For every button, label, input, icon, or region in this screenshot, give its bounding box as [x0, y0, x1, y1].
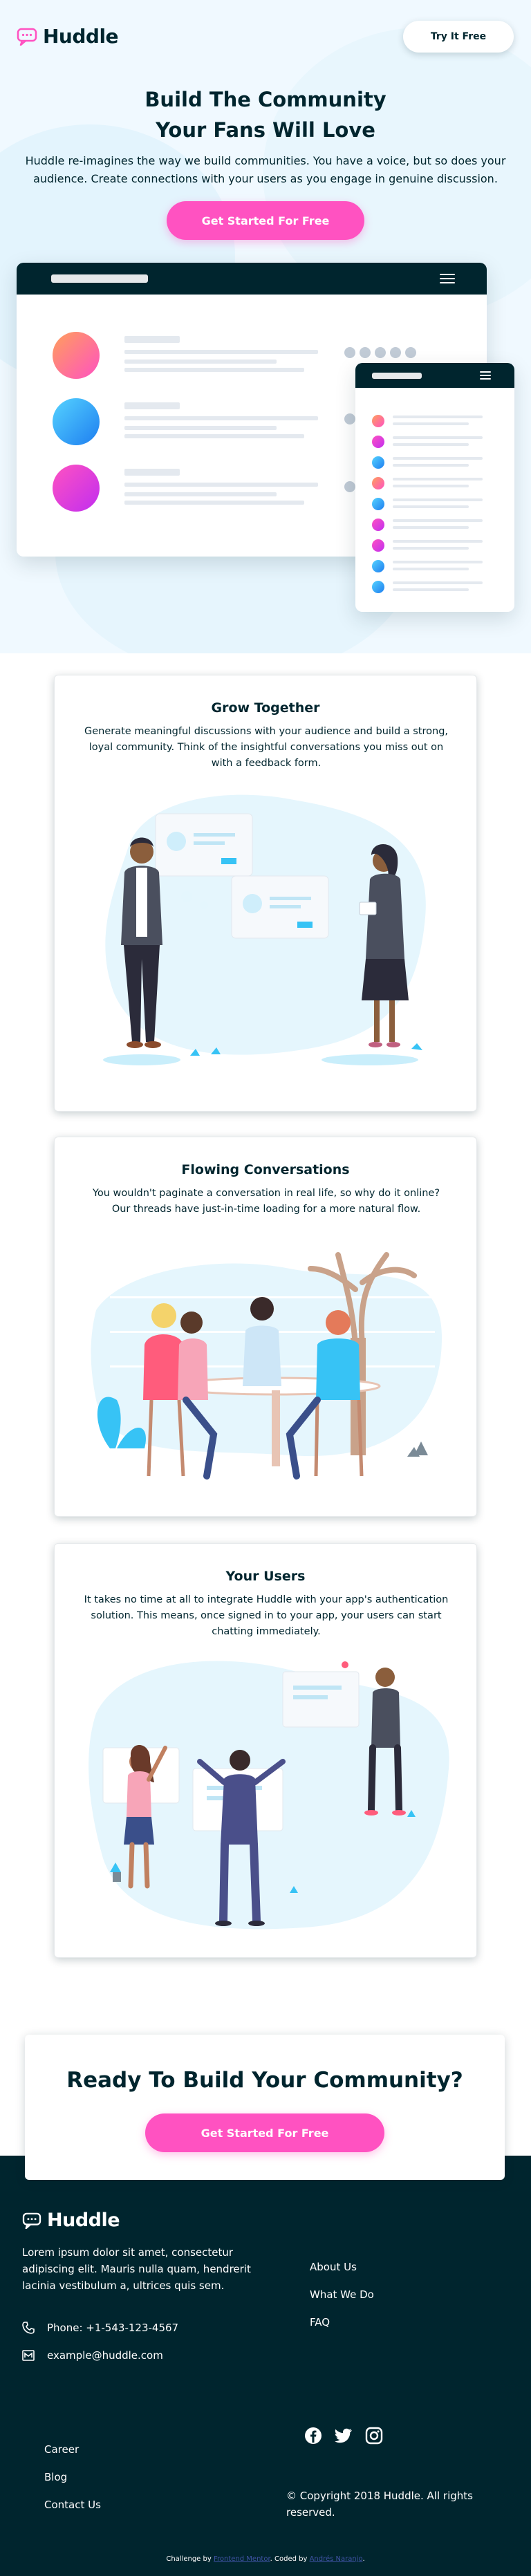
footer-link-blog[interactable]: Blog	[44, 2471, 67, 2483]
get-started-button[interactable]: Get Started For Free	[167, 201, 364, 240]
hero-section: Huddle Try It Free Build The Community Y…	[0, 0, 531, 653]
logo-wordmark: Huddle	[43, 25, 119, 48]
feature-description: It takes no time at all to integrate Hud…	[84, 1594, 449, 1637]
feature-description: You wouldn't paginate a conversation in …	[92, 1188, 440, 1215]
cta-get-started-button[interactable]: Get Started For Free	[145, 2113, 384, 2152]
footer-link-what-we-do[interactable]: What We Do	[310, 2288, 374, 2301]
mobile-mockup-bar	[355, 363, 514, 388]
instagram-icon[interactable]	[365, 2427, 383, 2445]
feature-title: Flowing Conversations	[181, 1162, 350, 1177]
frontend-mentor-link[interactable]: Frontend Mentor	[214, 2555, 270, 2563]
cta-section: Ready To Build Your Community? Get Start…	[25, 2035, 505, 2180]
mobile-mockup-illustration	[355, 363, 514, 612]
grow-together-illustration	[103, 794, 426, 1065]
feature-title: Grow Together	[211, 700, 320, 716]
header-logo[interactable]: Huddle	[17, 25, 119, 48]
mockup-top-bar	[17, 263, 487, 295]
chat-bubble-logo-icon	[17, 28, 37, 46]
phone-text: Phone: +1-543-123-4567	[47, 2322, 179, 2334]
feature-card-your-users: Your Users It takes no time at all to in…	[54, 1543, 477, 1958]
attribution-mid: . Coded by	[270, 2555, 308, 2563]
footer-logo[interactable]: Huddle	[22, 2210, 120, 2231]
feature-card-grow-together: Grow Together Generate meaningful discus…	[54, 675, 477, 1112]
email-text: example@huddle.com	[47, 2349, 163, 2362]
footer-link-contact-us[interactable]: Contact Us	[44, 2499, 101, 2511]
twitter-icon[interactable]	[335, 2428, 353, 2443]
feature-title: Your Users	[225, 1569, 306, 1584]
footer-link-about-us[interactable]: About Us	[310, 2261, 357, 2273]
author-link[interactable]: Andrés Naranjo	[310, 2555, 363, 2563]
feature-description: Generate meaningful discussions with you…	[84, 726, 449, 769]
hero-description: Huddle re-imagines the way we build comm…	[25, 154, 506, 185]
chat-bubble-logo-icon	[22, 2212, 41, 2229]
feature-card-flowing-conversations: Flowing Conversations You wouldn't pagin…	[54, 1137, 477, 1517]
attribution-prefix: Challenge by	[166, 2555, 212, 2563]
phone-icon	[22, 2322, 35, 2334]
footer-link-faq[interactable]: FAQ	[310, 2316, 330, 2328]
attribution-end: .	[362, 2555, 365, 2563]
copyright-text: © Copyright 2018 Huddle. All rights rese…	[286, 2490, 473, 2519]
facebook-icon[interactable]	[304, 2427, 322, 2445]
your-users-illustration	[88, 1661, 449, 1930]
footer-email[interactable]: example@huddle.com	[22, 2349, 163, 2362]
site-footer: Huddle Lorem ipsum dolor sit amet, conse…	[0, 2156, 531, 2576]
footer-link-career[interactable]: Career	[44, 2443, 79, 2456]
hero-title-line2: Your Fans Will Love	[156, 118, 375, 142]
attribution: Challenge by Frontend Mentor. Coded by A…	[0, 2555, 531, 2563]
try-it-free-button[interactable]: Try It Free	[403, 21, 514, 53]
footer-about-text: Lorem ipsum dolor sit amet, consectetur …	[22, 2246, 251, 2292]
footer-logo-wordmark: Huddle	[47, 2210, 120, 2231]
cta-title: Ready To Build Your Community?	[66, 2068, 463, 2093]
flowing-conversations-illustration	[91, 1252, 442, 1480]
footer-phone: Phone: +1-543-123-4567	[22, 2322, 178, 2334]
email-icon	[22, 2350, 35, 2361]
hero-title: Build The Community Your Fans Will Love	[0, 84, 531, 145]
hero-title-line1: Build The Community	[145, 88, 386, 111]
